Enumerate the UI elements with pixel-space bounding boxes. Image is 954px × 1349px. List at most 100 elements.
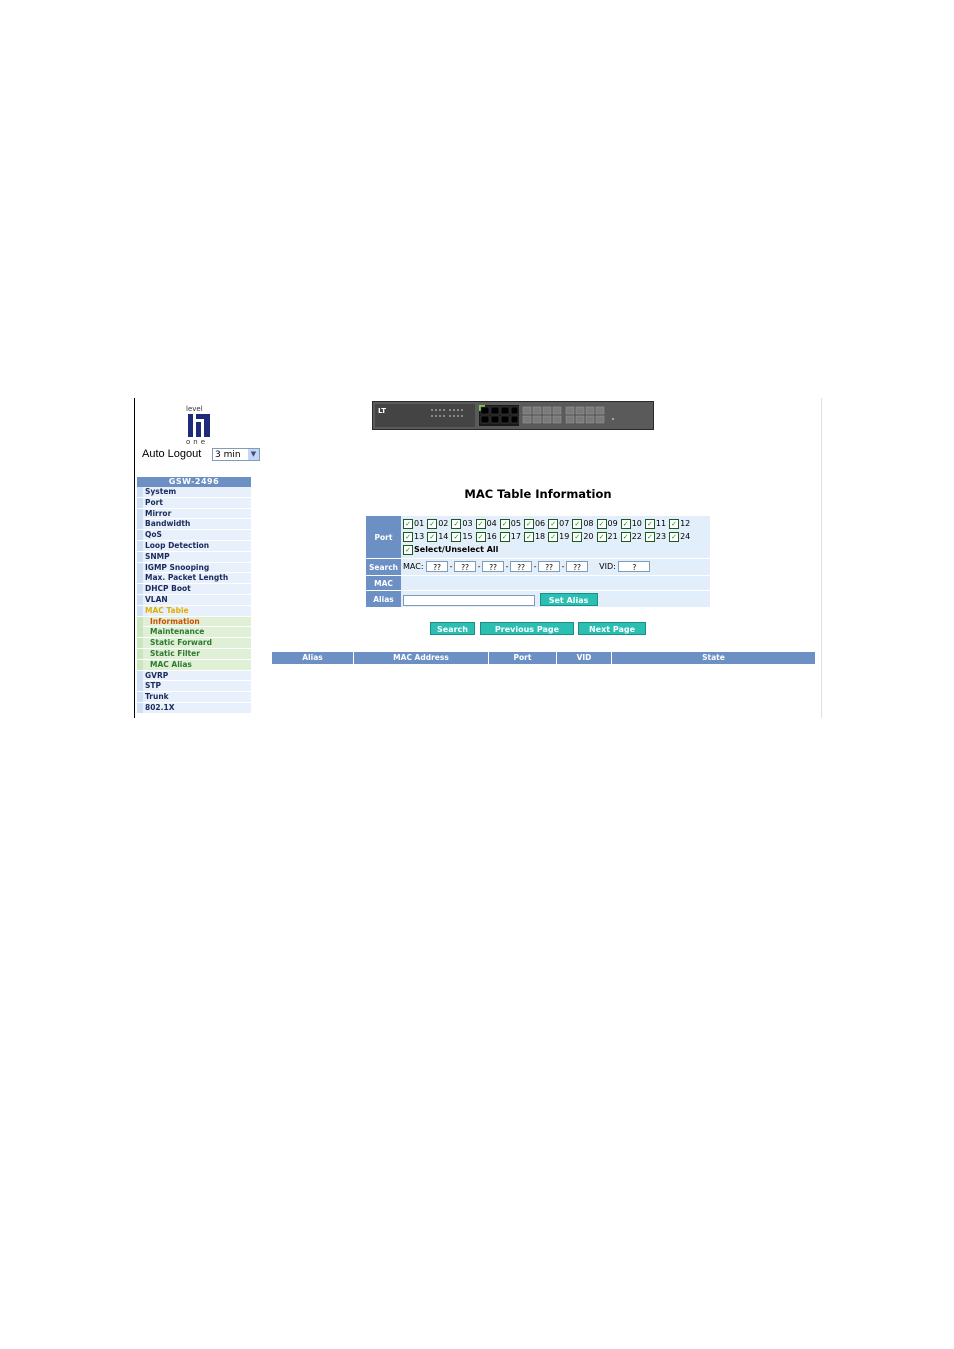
alias-input[interactable]	[403, 595, 535, 606]
chevron-down-icon[interactable]: ▼	[248, 449, 259, 460]
menu-bullet	[137, 659, 143, 670]
model-header: GSW-2496	[137, 477, 251, 487]
menu-bullet	[137, 551, 143, 562]
port-checkbox[interactable]: ✓	[427, 518, 438, 529]
port-option: ✓ 07	[548, 518, 571, 529]
port-option: ✓ 14	[427, 531, 450, 542]
port-number: 08	[583, 519, 594, 528]
sidebar-item-mac-table[interactable]: MAC Table	[137, 605, 251, 617]
port-checkbox[interactable]: ✓	[572, 531, 583, 542]
port-checkbox[interactable]: ✓	[596, 531, 607, 542]
port-checkbox[interactable]: ✓	[475, 518, 486, 529]
port-number: 06	[534, 519, 546, 528]
mac-octet-input[interactable]: ??	[538, 561, 561, 572]
port-checkbox[interactable]: ✓	[669, 531, 680, 542]
sidebar-item-bandwidth[interactable]: Bandwidth	[137, 519, 251, 531]
sidebar-item-label: Information	[150, 616, 200, 626]
sidebar-item-static-filter[interactable]: Static Filter	[137, 648, 251, 660]
port-checkbox[interactable]: ✓	[620, 518, 631, 529]
sidebar-item-dhcp-boot[interactable]: DHCP Boot	[137, 584, 251, 595]
sidebar-item-max-packet-length[interactable]: Max. Packet Length	[137, 573, 251, 585]
menu-bullet	[137, 648, 143, 659]
column-alias: Alias	[272, 652, 354, 664]
port-option: ✓ 01	[403, 518, 426, 529]
port-checkbox[interactable]: ✓	[523, 518, 534, 529]
next-page-button[interactable]: Next Page	[578, 622, 646, 635]
mac-octet-input[interactable]: ??	[510, 561, 533, 572]
port-option: ✓ 06	[523, 518, 547, 529]
port-option: ✓ 05	[499, 518, 523, 529]
sidebar-item-qos[interactable]: QoS	[137, 530, 251, 541]
port-checkbox[interactable]: ✓	[475, 531, 486, 542]
sidebar-item-802-1x[interactable]: 802.1X	[137, 702, 251, 714]
levelone-logo: level one	[184, 406, 214, 446]
port-number: 07	[559, 519, 570, 528]
select-all-checkbox[interactable]: ✓	[403, 544, 413, 555]
sidebar-item-label: Static Filter	[150, 648, 200, 658]
column-state: State	[612, 652, 815, 664]
port-number: 02	[438, 519, 449, 528]
port-checkbox[interactable]: ✓	[523, 531, 534, 542]
sidebar-item-label: Bandwidth	[145, 519, 191, 529]
port-option: ✓ 21	[596, 531, 620, 542]
set-alias-button[interactable]: Set Alias	[539, 593, 598, 606]
sidebar-item-mac-alias[interactable]: MAC Alias	[137, 659, 251, 671]
port-checkbox[interactable]: ✓	[596, 518, 607, 529]
port-checkbox[interactable]: ✓	[669, 518, 680, 529]
port-checkbox[interactable]: ✓	[548, 518, 559, 529]
port-option: ✓ 17	[499, 531, 523, 542]
sidebar-item-loop-detection[interactable]: Loop Detection	[137, 540, 251, 552]
search-row: Search MAC: ?? -?? -?? -?? -?? -?? VID: ?	[366, 559, 710, 576]
port-option: ✓ 02	[427, 518, 450, 529]
sidebar-item-vlan[interactable]: VLAN	[137, 594, 251, 606]
port-checkbox[interactable]: ✓	[499, 518, 510, 529]
port-checkbox[interactable]: ✓	[403, 531, 413, 542]
port-checkbox[interactable]: ✓	[499, 531, 510, 542]
port-checkbox[interactable]: ✓	[451, 531, 462, 542]
sidebar-item-trunk[interactable]: Trunk	[137, 692, 251, 703]
previous-page-button[interactable]: Previous Page	[480, 622, 574, 635]
port-checkbox[interactable]: ✓	[620, 531, 631, 542]
menu-bullet	[137, 584, 143, 595]
mac-octet-input[interactable]: ??	[566, 561, 589, 572]
logo-top-text: level	[186, 405, 203, 413]
column-vid: VID	[557, 652, 612, 664]
port-option: ✓ 10	[620, 518, 644, 529]
sidebar-item-label: QoS	[145, 530, 162, 540]
sidebar-item-information[interactable]: Information	[137, 616, 251, 628]
sidebar-item-label: Mirror	[145, 508, 172, 518]
sidebar-item-gvrp[interactable]: GVRP	[137, 670, 251, 682]
sidebar-item-label: Max. Packet Length	[145, 573, 229, 583]
svg-text:LT: LT	[378, 407, 386, 415]
switch-panel-graphic: LT	[373, 402, 653, 429]
port-checkbox[interactable]: ✓	[572, 518, 583, 529]
sidebar-item-label: STP	[145, 681, 162, 691]
mac-octet-input[interactable]: ??	[426, 561, 449, 572]
menu-bullet	[137, 692, 143, 703]
vid-input[interactable]: ?	[618, 561, 651, 572]
port-number: 04	[486, 519, 497, 528]
port-checkbox[interactable]: ✓	[548, 531, 559, 542]
auto-logout-select[interactable]: 3 min ▼	[212, 448, 260, 461]
sidebar-item-mirror[interactable]: Mirror	[137, 508, 251, 520]
sidebar-item-maintenance[interactable]: Maintenance	[137, 627, 251, 639]
port-checkbox[interactable]: ✓	[644, 518, 655, 529]
menu-bullet	[137, 530, 143, 541]
port-checkbox[interactable]: ✓	[427, 531, 438, 542]
port-checkbox[interactable]: ✓	[451, 518, 462, 529]
mac-octet-input[interactable]: ??	[482, 561, 505, 572]
port-option: ✓ 22	[620, 531, 644, 542]
port-row: Port ✓ 01 ✓ 02 ✓ 03 ✓ 04 ✓ 05 ✓ 06 ✓ 07 ✓ 08 ✓ 09 ✓ 10 ✓ 11 ✓ 1…	[366, 516, 710, 559]
sidebar-item-igmp-snooping[interactable]: IGMP Snooping	[137, 562, 251, 574]
sidebar-item-snmp[interactable]: SNMP	[137, 551, 251, 563]
search-row-label[interactable]: Search	[366, 559, 401, 575]
mac-octet-input[interactable]: ??	[454, 561, 477, 572]
port-checkbox[interactable]: ✓	[644, 531, 655, 542]
search-button[interactable]: Search	[430, 622, 475, 635]
screenshot-frame: level one Auto Logout 3 min ▼ GSW-2496 S…	[134, 398, 824, 718]
sidebar-item-static-forward[interactable]: Static Forward	[137, 638, 251, 649]
port-checkbox[interactable]: ✓	[403, 518, 413, 529]
sidebar-item-stp[interactable]: STP	[137, 681, 251, 693]
port-number: 11	[655, 519, 667, 528]
menu-bullet	[137, 573, 143, 584]
